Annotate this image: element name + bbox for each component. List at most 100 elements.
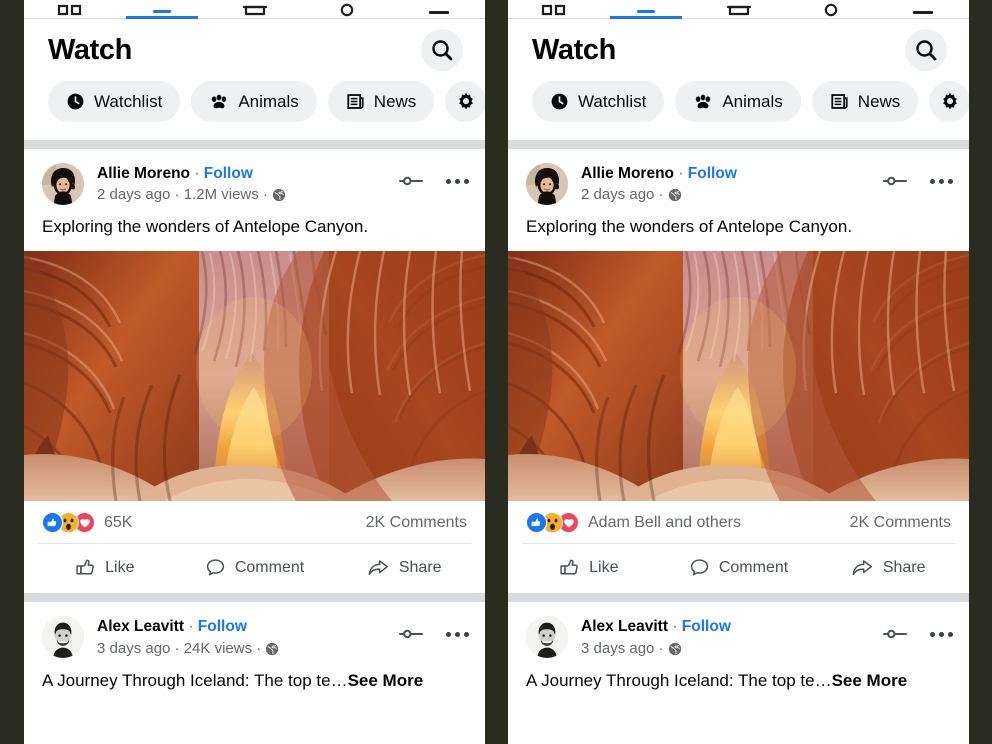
thumbs-up-icon — [75, 557, 96, 578]
top-tab-bar — [24, 0, 485, 19]
avatar-man — [526, 616, 568, 659]
post-header-controls — [882, 163, 953, 188]
chip-label: Watchlist — [94, 91, 163, 111]
tab-watch[interactable] — [600, 0, 692, 19]
avatar[interactable] — [526, 616, 568, 659]
more-options-icon[interactable] — [446, 631, 469, 637]
chip-watchlist[interactable]: Watchlist — [48, 81, 181, 122]
post-header-controls — [882, 616, 953, 641]
tab-watch[interactable] — [116, 0, 208, 19]
watch-icon — [149, 0, 175, 17]
post-header: Allie Moreno · Follow 2 days ago · 1.2M v… — [24, 149, 485, 205]
tuner-icon[interactable] — [882, 627, 908, 641]
follow-link[interactable]: Follow — [204, 165, 253, 182]
comparison-stage: Watch Watchlist Animals News Allie Moreno · … — [0, 0, 992, 744]
action-share-button[interactable]: Share — [329, 551, 479, 584]
watch-icon — [633, 0, 659, 17]
tab-menu[interactable] — [393, 0, 485, 18]
avatar[interactable] — [526, 163, 568, 205]
engagement-row: Adam Bell and others 2K Comments — [508, 501, 969, 543]
action-comment-button[interactable]: Comment — [180, 551, 330, 584]
action-comment-button[interactable]: Comment — [664, 551, 814, 584]
feed-divider — [24, 140, 485, 149]
post-header: Allie Moreno · Follow 2 days ago · — [508, 149, 969, 205]
newspaper-icon — [830, 92, 849, 111]
chip-label: Watchlist — [578, 91, 647, 111]
follow-link[interactable]: Follow — [198, 618, 247, 635]
tab-marketplace[interactable] — [692, 0, 784, 18]
more-options-icon[interactable] — [446, 178, 469, 184]
chip-news[interactable]: News — [811, 81, 919, 122]
follow-link[interactable]: Follow — [682, 618, 731, 635]
thumbs-up-icon — [559, 557, 580, 578]
comment-count-label[interactable]: 2K Comments — [366, 514, 467, 532]
timestamp-text: 2 days ago · 1.2M views · — [97, 186, 268, 204]
post: Allie Moreno · Follow 2 days ago · 1.2M v… — [24, 149, 485, 593]
active-tab-underline — [126, 16, 199, 19]
search-button[interactable] — [905, 29, 947, 71]
tab-home[interactable] — [508, 0, 600, 18]
post-media-image[interactable] — [508, 251, 969, 502]
more-options-icon[interactable] — [930, 178, 953, 184]
timestamp-text: 2 days ago · — [581, 186, 664, 204]
reaction-summary[interactable]: Adam Bell and others — [526, 512, 741, 534]
avatar[interactable] — [42, 616, 84, 659]
post-media-image[interactable] — [24, 251, 485, 502]
clock-icon — [66, 92, 85, 111]
menu-icon — [909, 0, 937, 17]
post-meta: Allie Moreno · Follow 2 days ago · — [581, 163, 882, 205]
post-header: Alex Leavitt · Follow 3 days ago · — [508, 602, 969, 659]
reaction-summary[interactable]: 65K — [42, 512, 132, 534]
avatar[interactable] — [42, 163, 84, 205]
tab-menu[interactable] — [877, 0, 969, 18]
feed-divider — [24, 593, 485, 603]
chip-settings[interactable] — [445, 81, 485, 122]
home-icon — [541, 0, 567, 17]
panel-gap — [485, 0, 508, 744]
chip-settings[interactable] — [929, 81, 969, 122]
author-name[interactable]: Alex Leavitt — [97, 618, 184, 635]
comment-count-label[interactable]: 2K Comments — [850, 514, 951, 532]
tab-notifications[interactable] — [785, 0, 877, 18]
see-more-link[interactable]: See More — [348, 671, 424, 690]
chip-animals[interactable]: Animals — [191, 81, 317, 122]
timestamp-text: 3 days ago · 24K views · — [97, 639, 262, 657]
post-action-bar: Like Comment Share — [508, 544, 969, 593]
chip-label: News — [373, 91, 417, 111]
tab-home[interactable] — [24, 0, 116, 18]
more-options-icon[interactable] — [930, 631, 953, 637]
action-like-button[interactable]: Like — [514, 551, 664, 584]
chip-watchlist[interactable]: Watchlist — [532, 81, 665, 122]
chip-animals[interactable]: Animals — [675, 81, 801, 122]
name-separator: · — [190, 165, 204, 182]
menu-icon — [425, 0, 453, 17]
author-line: Allie Moreno · Follow — [97, 164, 398, 184]
paw-icon — [693, 92, 713, 111]
chip-news[interactable]: News — [327, 81, 435, 122]
author-name[interactable]: Alex Leavitt — [581, 618, 668, 635]
category-chip-row: Watchlist Animals News — [24, 81, 485, 140]
see-more-link[interactable]: See More — [832, 671, 908, 690]
name-separator: · — [184, 618, 198, 636]
author-name[interactable]: Allie Moreno — [97, 165, 190, 182]
follow-link[interactable]: Follow — [688, 165, 737, 182]
author-line: Alex Leavitt · Follow — [97, 617, 398, 637]
bell-icon — [820, 0, 842, 17]
post-header-controls — [398, 616, 469, 641]
tab-notifications[interactable] — [301, 0, 393, 18]
caption-text: A Journey Through Iceland: The top te… — [526, 670, 832, 690]
post-action-bar: Like Comment Share — [24, 544, 485, 593]
tab-marketplace[interactable] — [208, 0, 300, 18]
top-tab-bar — [508, 0, 969, 19]
tuner-icon[interactable] — [398, 174, 424, 188]
feed-divider — [508, 593, 969, 603]
tuner-icon[interactable] — [882, 174, 908, 188]
author-name[interactable]: Allie Moreno — [581, 165, 674, 182]
action-label: Like — [105, 558, 135, 576]
search-button[interactable] — [421, 29, 463, 71]
tuner-icon[interactable] — [398, 627, 424, 641]
action-share-button[interactable]: Share — [813, 551, 963, 584]
caption-text: Exploring the wonders of Antelope Canyon… — [526, 217, 853, 237]
paw-icon — [209, 92, 229, 111]
action-like-button[interactable]: Like — [30, 551, 180, 584]
